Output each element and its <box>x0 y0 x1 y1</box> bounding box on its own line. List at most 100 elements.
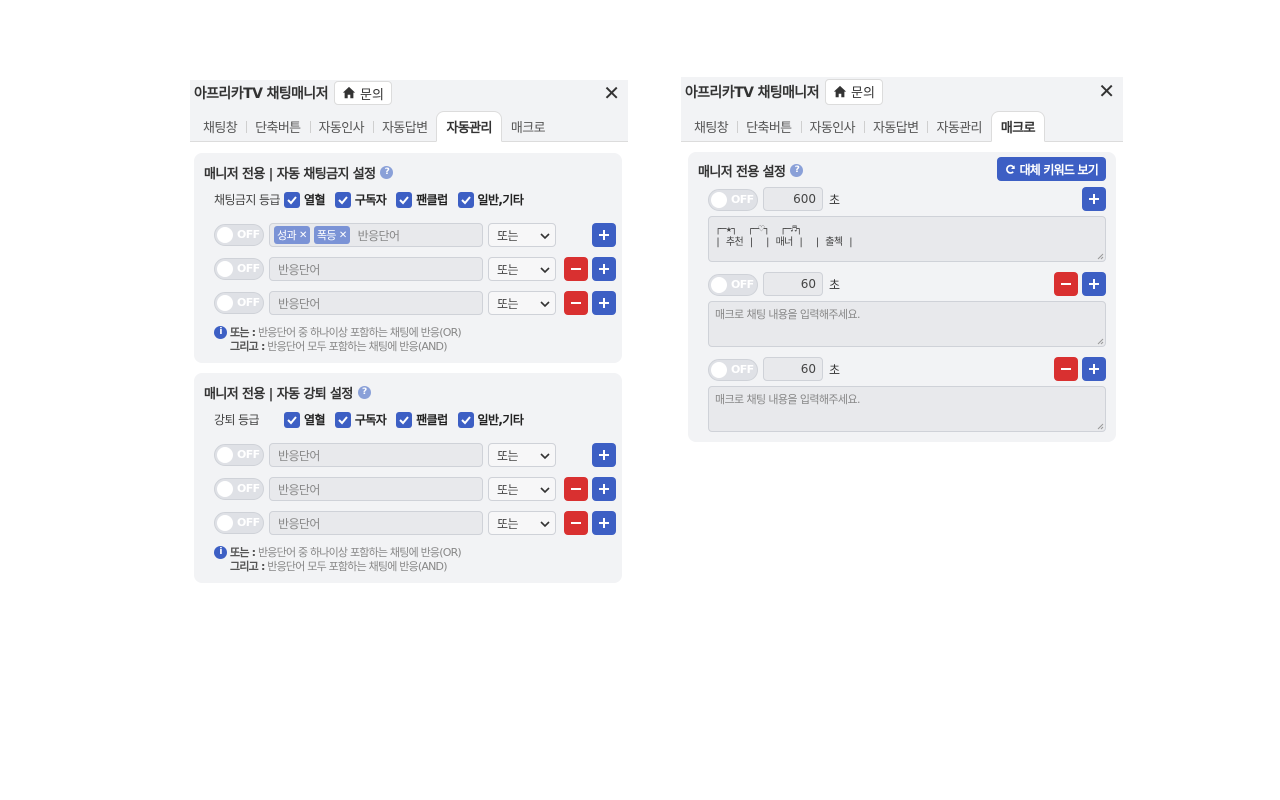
toggle-switch[interactable]: OFF <box>214 478 264 500</box>
remove-row-button[interactable] <box>564 511 588 535</box>
grade-checkbox-fanclub[interactable]: 팬클럽 <box>396 191 448 208</box>
keyword-input[interactable]: 성과 ✕ 폭등 ✕ 반응단어 <box>269 223 483 247</box>
toggle-switch[interactable]: OFF <box>708 274 758 296</box>
interval-seconds-input[interactable]: 60 <box>763 357 823 381</box>
close-icon[interactable]: ✕ <box>1098 80 1115 102</box>
grade-checkbox-vip[interactable]: 열혈 <box>284 191 325 208</box>
rule-row: OFF 반응단어 또는 <box>214 256 616 281</box>
tab-auto-greet[interactable]: 자동인사 <box>800 111 864 141</box>
resize-handle-icon[interactable] <box>1096 422 1104 430</box>
toggle-switch[interactable]: OFF <box>214 224 264 246</box>
add-macro-button[interactable] <box>1082 272 1106 296</box>
interval-seconds-input[interactable]: 60 <box>763 272 823 296</box>
remove-row-button[interactable] <box>564 291 588 315</box>
add-macro-button[interactable] <box>1082 187 1106 211</box>
add-row-button[interactable] <box>592 291 616 315</box>
grade-checkbox-subscriber[interactable]: 구독자 <box>334 191 387 208</box>
remove-row-button[interactable] <box>564 477 588 501</box>
grade-checkbox-fanclub[interactable]: 팬클럽 <box>396 411 448 428</box>
tab-auto-reply[interactable]: 자동답변 <box>864 111 927 141</box>
titlebar: 아프리카TV 채팅매니저 문의 ✕ <box>190 80 628 106</box>
info-line-and: 그리고 : 반응단어 모두 포함하는 채팅에 반응(AND) <box>230 340 448 353</box>
toggle-switch[interactable]: OFF <box>214 292 264 314</box>
close-icon[interactable]: ✕ <box>339 230 347 241</box>
auto-kick-card: 매니저 전용 | 자동 강퇴 설정 ? 강퇴 등급 열혈 구독자 팬클럽 일반,… <box>194 373 622 583</box>
tab-auto-greet[interactable]: 자동인사 <box>309 111 373 141</box>
check-icon <box>284 191 300 208</box>
keyword-placeholder: 반응단어 <box>278 516 320 531</box>
add-row-button[interactable] <box>592 511 616 535</box>
keyword-input[interactable]: 반응단어 <box>269 443 483 467</box>
grade-checkbox-general[interactable]: 일반,기타 <box>457 191 524 208</box>
question-icon[interactable]: ? <box>790 164 804 177</box>
grade-checkbox-general[interactable]: 일반,기타 <box>457 411 524 428</box>
toggle-label: OFF <box>237 296 260 309</box>
macro-textarea[interactable]: 매크로 채팅 내용을 입력해주세요. <box>708 301 1106 347</box>
tab-shortcut[interactable]: 단축버튼 <box>737 111 800 141</box>
toggle-label: OFF <box>731 278 754 291</box>
toggle-switch[interactable]: OFF <box>708 359 758 381</box>
remove-row-button[interactable] <box>564 257 588 281</box>
toggle-switch[interactable]: OFF <box>708 189 758 211</box>
keyword-tag: 성과 ✕ <box>274 226 310 244</box>
add-row-button[interactable] <box>592 223 616 247</box>
tab-chat[interactable]: 채팅창 <box>685 111 737 141</box>
toggle-switch[interactable]: OFF <box>214 258 264 280</box>
match-mode-select[interactable]: 또는 <box>488 223 556 247</box>
keyword-input[interactable]: 반응단어 <box>269 257 483 281</box>
toggle-switch[interactable]: OFF <box>214 512 264 534</box>
resize-handle-icon[interactable] <box>1096 252 1104 260</box>
match-mode-select[interactable]: 또는 <box>488 291 556 315</box>
keyword-placeholder: 반응단어 <box>357 228 400 243</box>
alt-keyword-button[interactable]: 대체 키워드 보기 <box>996 157 1106 181</box>
home-icon <box>833 85 847 97</box>
add-macro-button[interactable] <box>1082 357 1106 381</box>
resize-handle-icon[interactable] <box>1096 337 1104 345</box>
tag-text: 폭등 <box>316 229 337 242</box>
macro-textarea[interactable]: 매크로 채팅 내용을 입력해주세요. <box>708 386 1106 432</box>
close-icon[interactable]: ✕ <box>299 230 307 241</box>
app-title: 아프리카TV 채팅매니저 <box>194 86 329 102</box>
chevron-down-icon <box>540 453 550 460</box>
match-mode-select[interactable]: 또는 <box>488 477 556 501</box>
tab-macro[interactable]: 매크로 <box>990 111 1045 142</box>
keyword-input[interactable]: 반응단어 <box>269 291 483 315</box>
remove-macro-button[interactable] <box>1054 357 1078 381</box>
toggle-label: OFF <box>237 516 260 529</box>
inquiry-button[interactable]: 문의 <box>333 81 392 105</box>
plus-icon <box>599 484 609 494</box>
keyword-input[interactable]: 반응단어 <box>269 477 483 501</box>
chevron-down-icon <box>540 301 550 308</box>
add-row-button[interactable] <box>592 257 616 281</box>
match-mode-select[interactable]: 또는 <box>488 443 556 467</box>
refresh-icon <box>1005 164 1015 174</box>
match-mode-select[interactable]: 또는 <box>488 257 556 281</box>
tab-shortcut[interactable]: 단축버튼 <box>246 111 309 141</box>
close-icon[interactable]: ✕ <box>603 82 620 104</box>
toggle-switch[interactable]: OFF <box>214 444 264 466</box>
tab-auto-manage[interactable]: 자동관리 <box>927 111 990 141</box>
tab-chat[interactable]: 채팅창 <box>194 111 246 141</box>
keyword-input[interactable]: 반응단어 <box>269 511 483 535</box>
tag-text: 성과 <box>277 229 297 242</box>
info-line-and: 그리고 : 반응단어 모두 포함하는 채팅에 반응(AND) <box>230 560 448 573</box>
match-mode-select[interactable]: 또는 <box>488 511 556 535</box>
tab-auto-manage[interactable]: 자동관리 <box>436 111 502 142</box>
question-icon[interactable]: ? <box>380 166 394 179</box>
grade-checkbox-subscriber[interactable]: 구독자 <box>334 411 387 428</box>
add-row-button[interactable] <box>592 477 616 501</box>
tab-macro[interactable]: 매크로 <box>502 111 554 141</box>
grade-checkbox-vip[interactable]: 열혈 <box>284 411 325 428</box>
add-row-button[interactable] <box>592 443 616 467</box>
inquiry-button[interactable]: 문의 <box>824 78 883 105</box>
rule-row: OFF 반응단어 또는 <box>214 442 616 467</box>
question-icon[interactable]: ? <box>357 386 371 399</box>
chevron-down-icon <box>540 487 550 494</box>
interval-seconds-input[interactable]: 600 <box>763 187 823 211</box>
plus-icon <box>599 298 609 308</box>
remove-macro-button[interactable] <box>1054 272 1078 296</box>
chat-manager-panel-macro: 아프리카TV 채팅매니저 문의 ✕ 채팅창 단축버튼 자동인사 자동답변 자동관… <box>681 77 1123 447</box>
tab-auto-reply[interactable]: 자동답변 <box>373 111 436 141</box>
app-title: 아프리카TV 채팅매니저 <box>685 84 820 101</box>
macro-textarea[interactable]: ┌─★┐ ┌─♡┐ ┌─♬┐ | 추천 | | 매너 | | 출첵 | <box>708 216 1106 262</box>
